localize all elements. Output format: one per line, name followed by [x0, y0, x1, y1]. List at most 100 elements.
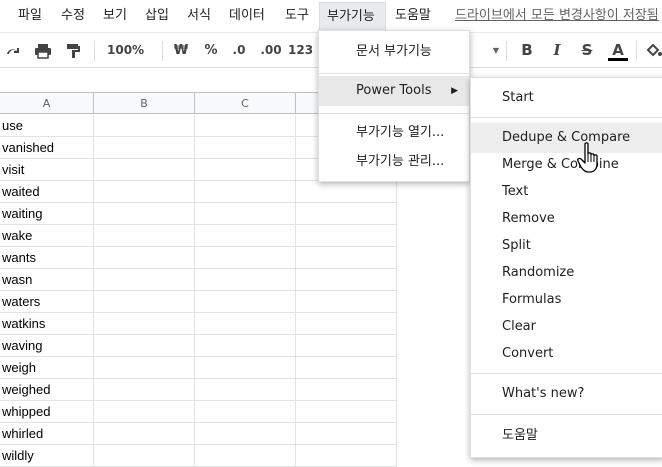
menu-item-remove[interactable]: Remove: [471, 204, 662, 234]
cell[interactable]: [94, 401, 195, 423]
percent-format-button[interactable]: %: [200, 33, 222, 68]
cell[interactable]: [296, 247, 397, 269]
cell[interactable]: [296, 401, 397, 423]
cell[interactable]: [195, 181, 296, 203]
cell[interactable]: [195, 291, 296, 313]
cell[interactable]: [296, 423, 397, 445]
cell[interactable]: [94, 159, 195, 181]
column-header-b[interactable]: B: [94, 92, 195, 114]
cell[interactable]: [195, 247, 296, 269]
menu-item-start[interactable]: Start: [471, 83, 662, 113]
cell[interactable]: [296, 335, 397, 357]
cell[interactable]: [296, 203, 397, 225]
cell-a[interactable]: weigh: [0, 357, 94, 379]
menu-item-formulas[interactable]: Formulas: [471, 285, 662, 315]
menu-item-text[interactable]: Text: [471, 177, 662, 207]
menu-edit[interactable]: 수정: [61, 0, 85, 32]
menu-format[interactable]: 서식: [187, 0, 211, 32]
number-format-select[interactable]: 123: [288, 33, 320, 68]
cell-a[interactable]: whipped: [0, 401, 94, 423]
cell[interactable]: [94, 181, 195, 203]
menu-item-whats-new[interactable]: What's new?: [471, 379, 662, 409]
cell[interactable]: [195, 313, 296, 335]
cell[interactable]: [94, 423, 195, 445]
bold-button[interactable]: B: [516, 33, 538, 68]
menu-tools[interactable]: 도구: [285, 0, 309, 32]
cell-a[interactable]: wasn: [0, 269, 94, 291]
cell[interactable]: [94, 313, 195, 335]
cell-a[interactable]: wildly: [0, 445, 94, 467]
cell[interactable]: [94, 269, 195, 291]
menu-item-help[interactable]: 도움말: [471, 421, 662, 451]
menu-item-clear[interactable]: Clear: [471, 312, 662, 342]
cell[interactable]: [296, 379, 397, 401]
menu-item-power-tools[interactable]: Power Tools ▶: [319, 76, 469, 106]
cell-a[interactable]: visit: [0, 159, 94, 181]
cell-a[interactable]: watkins: [0, 313, 94, 335]
cell[interactable]: [94, 379, 195, 401]
cell[interactable]: [195, 401, 296, 423]
menu-item-dedupe-compare[interactable]: Dedupe & Compare: [471, 123, 662, 153]
column-header-a[interactable]: A: [0, 92, 94, 114]
menu-view[interactable]: 보기: [103, 0, 127, 32]
cell[interactable]: [195, 445, 296, 467]
cell[interactable]: [94, 445, 195, 467]
cell[interactable]: [195, 137, 296, 159]
cell[interactable]: [296, 313, 397, 335]
cell[interactable]: [296, 291, 397, 313]
cell-a[interactable]: wants: [0, 247, 94, 269]
cell[interactable]: [94, 225, 195, 247]
menu-addons[interactable]: 부가기능: [319, 2, 386, 32]
italic-button[interactable]: I: [546, 33, 568, 68]
cell[interactable]: [195, 203, 296, 225]
cell[interactable]: [94, 357, 195, 379]
menu-item-split[interactable]: Split: [471, 231, 662, 261]
menu-file[interactable]: 파일: [18, 0, 42, 32]
cell-a[interactable]: vanished: [0, 137, 94, 159]
menu-item-manage-addons[interactable]: 부가기능 관리...: [319, 147, 469, 177]
cell[interactable]: [195, 225, 296, 247]
cell[interactable]: [195, 115, 296, 137]
cell[interactable]: [94, 203, 195, 225]
cell[interactable]: [94, 115, 195, 137]
currency-format-button[interactable]: ₩: [170, 33, 192, 68]
strikethrough-button[interactable]: S: [576, 33, 598, 68]
cell[interactable]: [296, 225, 397, 247]
cell-a[interactable]: waited: [0, 181, 94, 203]
menu-help[interactable]: 도움말: [395, 0, 431, 32]
redo-icon[interactable]: [2, 33, 24, 68]
column-header-c[interactable]: C: [195, 92, 296, 114]
cell[interactable]: [94, 137, 195, 159]
cell[interactable]: [296, 269, 397, 291]
cell[interactable]: [296, 357, 397, 379]
cell[interactable]: [94, 335, 195, 357]
cell[interactable]: [195, 335, 296, 357]
cell-a[interactable]: waving: [0, 335, 94, 357]
cell[interactable]: [195, 379, 296, 401]
zoom-select[interactable]: 100% ▼: [100, 33, 155, 91]
cell[interactable]: [296, 181, 397, 203]
cell[interactable]: [94, 291, 195, 313]
menu-item-randomize[interactable]: Randomize: [471, 258, 662, 288]
cell[interactable]: [195, 159, 296, 181]
cell-a[interactable]: waters: [0, 291, 94, 313]
cell[interactable]: [195, 269, 296, 291]
cell-a[interactable]: weighed: [0, 379, 94, 401]
paint-format-icon[interactable]: [62, 33, 84, 68]
save-status-link[interactable]: 드라이브에서 모든 변경사항이 저장됨: [455, 0, 659, 32]
menu-item-convert[interactable]: Convert: [471, 339, 662, 369]
cell[interactable]: [195, 357, 296, 379]
menu-data[interactable]: 데이터: [229, 0, 265, 32]
cell[interactable]: [94, 247, 195, 269]
cell[interactable]: [195, 423, 296, 445]
cell[interactable]: [296, 445, 397, 467]
menu-item-document-addons[interactable]: 문서 부가기능: [319, 37, 469, 67]
menu-item-open-addons[interactable]: 부가기능 열기...: [319, 118, 469, 148]
chevron-down-icon[interactable]: ▼: [490, 33, 502, 68]
print-icon[interactable]: [32, 33, 54, 68]
menu-item-merge-combine[interactable]: Merge & Combine: [471, 150, 662, 180]
cell-a[interactable]: waiting: [0, 203, 94, 225]
fill-color-icon[interactable]: [644, 33, 662, 68]
text-color-button[interactable]: A: [607, 33, 629, 68]
cell-a[interactable]: whirled: [0, 423, 94, 445]
